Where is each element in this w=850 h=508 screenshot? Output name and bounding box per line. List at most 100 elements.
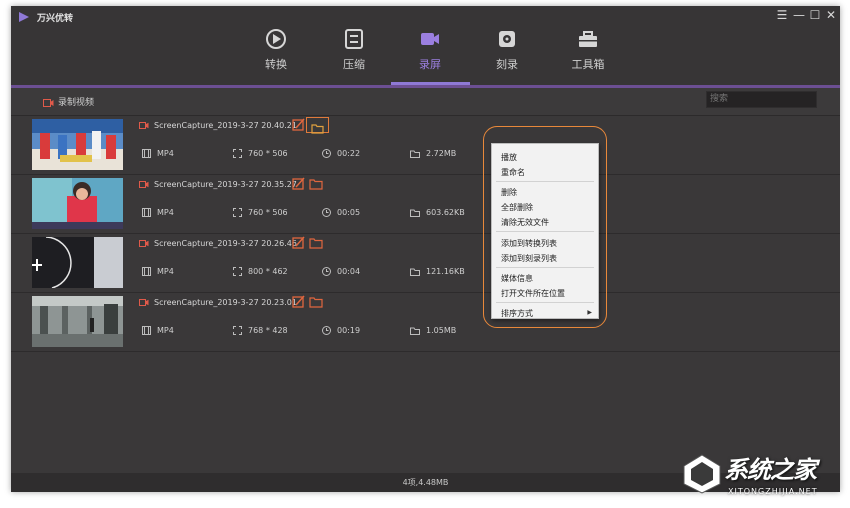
tab-label: 压缩	[343, 58, 365, 71]
watermark-logo-icon	[683, 454, 721, 494]
tab-label: 刻录	[496, 58, 518, 71]
menu-icon[interactable]: ☰	[775, 8, 789, 22]
menu-item-add-to-convert[interactable]: 添加到转换列表	[501, 238, 557, 249]
film-icon	[142, 149, 151, 158]
watermark-subtext: XITONGZHIJIA.NET	[728, 487, 818, 496]
clock-icon	[322, 326, 331, 335]
app-logo-icon	[19, 12, 29, 22]
resolution-meta: 768 * 428	[233, 326, 288, 335]
menu-separator	[496, 231, 594, 232]
file-name: ScreenCapture_2019-3-27 20.35.27	[139, 180, 297, 189]
resolution-meta: 800 * 462	[233, 267, 288, 276]
video-thumbnail	[32, 178, 123, 229]
resolution-icon	[233, 149, 242, 158]
compress-icon	[345, 29, 363, 49]
menu-item-delete[interactable]: 删除	[501, 187, 517, 198]
rename-edit-icon[interactable]	[291, 118, 307, 132]
list-item[interactable]: ScreenCapture_2019-3-27 20.40.21 MP4 760…	[11, 116, 840, 175]
record-video-label: 录制视频	[58, 98, 95, 108]
clock-icon	[322, 267, 331, 276]
rename-edit-icon[interactable]	[291, 177, 307, 191]
open-folder-icon[interactable]	[308, 236, 324, 250]
film-icon	[142, 326, 151, 335]
list-item[interactable]: ScreenCapture_2019-3-27 20.26.46 MP4 800…	[11, 234, 840, 293]
tab-label: 录屏	[419, 58, 441, 71]
menu-separator	[496, 267, 594, 268]
close-icon[interactable]: ✕	[824, 8, 838, 22]
size-meta: 1.05MB	[410, 326, 456, 335]
size-meta: 2.72MB	[410, 149, 456, 158]
list-item[interactable]: ScreenCapture_2019-3-27 20.23.01 MP4 768…	[11, 293, 840, 352]
app-title: 万兴优转	[37, 14, 74, 24]
duration-meta: 00:05	[322, 208, 360, 217]
maximize-icon[interactable]: ☐	[808, 8, 822, 22]
rename-edit-icon[interactable]	[291, 295, 307, 309]
clock-icon	[322, 149, 331, 158]
open-folder-icon[interactable]	[308, 177, 324, 191]
video-thumbnail	[32, 296, 123, 347]
open-folder-button[interactable]	[306, 117, 329, 134]
tab-record-screen[interactable]: 录屏	[395, 28, 465, 76]
tab-burn[interactable]: 刻录	[472, 28, 542, 76]
video-file-icon	[139, 181, 149, 188]
resolution-meta: 760 * 506	[233, 149, 288, 158]
top-navigation-bar: 万兴优转 ☰ — ☐ ✕ 转换 压缩 录屏 刻录 工具箱	[11, 6, 840, 88]
burn-disc-icon	[499, 31, 515, 47]
resolution-meta: 760 * 506	[233, 208, 288, 217]
menu-separator	[496, 302, 594, 303]
resolution-icon	[233, 326, 242, 335]
menu-item-open-location[interactable]: 打开文件所在位置	[501, 288, 565, 299]
menu-item-clear-invalid[interactable]: 清除无效文件	[501, 217, 549, 228]
context-menu: 播放 重命名 删除 全部删除 清除无效文件 添加到转换列表 添加到刻录列表 媒体…	[491, 143, 599, 319]
size-meta: 121.16KB	[410, 267, 465, 276]
film-icon	[142, 267, 151, 276]
resolution-icon	[233, 208, 242, 217]
file-name: ScreenCapture_2019-3-27 20.26.46	[139, 239, 297, 248]
record-screen-icon	[421, 33, 439, 45]
menu-item-delete-all[interactable]: 全部删除	[501, 202, 533, 213]
video-file-icon	[139, 299, 149, 306]
rename-edit-icon[interactable]	[291, 236, 307, 250]
folder-size-icon	[410, 209, 420, 217]
clock-icon	[322, 208, 331, 217]
format-meta: MP4	[142, 326, 174, 335]
format-meta: MP4	[142, 149, 174, 158]
file-name: ScreenCapture_2019-3-27 20.23.01	[139, 298, 297, 307]
toolbox-icon	[579, 31, 597, 47]
video-file-icon	[139, 122, 149, 129]
menu-item-rename[interactable]: 重命名	[501, 167, 525, 178]
format-meta: MP4	[142, 208, 174, 217]
menu-item-add-to-burn[interactable]: 添加到刻录列表	[501, 253, 557, 264]
submenu-arrow-icon: ▶	[587, 309, 592, 316]
list-item[interactable]: ScreenCapture_2019-3-27 20.35.27 MP4 760…	[11, 175, 840, 234]
duration-meta: 00:19	[322, 326, 360, 335]
duration-meta: 00:22	[322, 149, 360, 158]
watermark-text: 系统之家	[724, 456, 817, 484]
folder-size-icon	[410, 268, 420, 276]
film-icon	[142, 208, 151, 217]
format-meta: MP4	[142, 267, 174, 276]
video-thumbnail	[32, 119, 123, 170]
tab-convert[interactable]: 转换	[241, 28, 311, 76]
menu-item-play[interactable]: 播放	[501, 152, 517, 163]
tab-label: 转换	[265, 58, 287, 71]
menu-item-sort-by[interactable]: 排序方式	[501, 308, 533, 319]
tab-toolbox[interactable]: 工具箱	[553, 28, 623, 76]
size-meta: 603.62KB	[410, 208, 465, 217]
menu-separator	[496, 181, 594, 182]
duration-meta: 00:04	[322, 267, 360, 276]
convert-icon	[266, 29, 286, 49]
tab-compress[interactable]: 压缩	[319, 28, 389, 76]
file-name: ScreenCapture_2019-3-27 20.40.21	[139, 121, 297, 130]
search-input[interactable]	[706, 91, 817, 108]
record-video-button[interactable]: 录制视频	[43, 95, 94, 108]
video-camera-icon	[43, 98, 54, 107]
app-window: 万兴优转 ☰ — ☐ ✕ 转换 压缩 录屏 刻录 工具箱 录制视频 搜索 Scr…	[11, 6, 840, 492]
menu-item-media-info[interactable]: 媒体信息	[501, 273, 533, 284]
folder-size-icon	[410, 327, 420, 335]
open-folder-icon[interactable]	[308, 295, 324, 309]
folder-size-icon	[410, 150, 420, 158]
resolution-icon	[233, 267, 242, 276]
minimize-icon[interactable]: —	[792, 8, 806, 22]
video-file-icon	[139, 240, 149, 247]
